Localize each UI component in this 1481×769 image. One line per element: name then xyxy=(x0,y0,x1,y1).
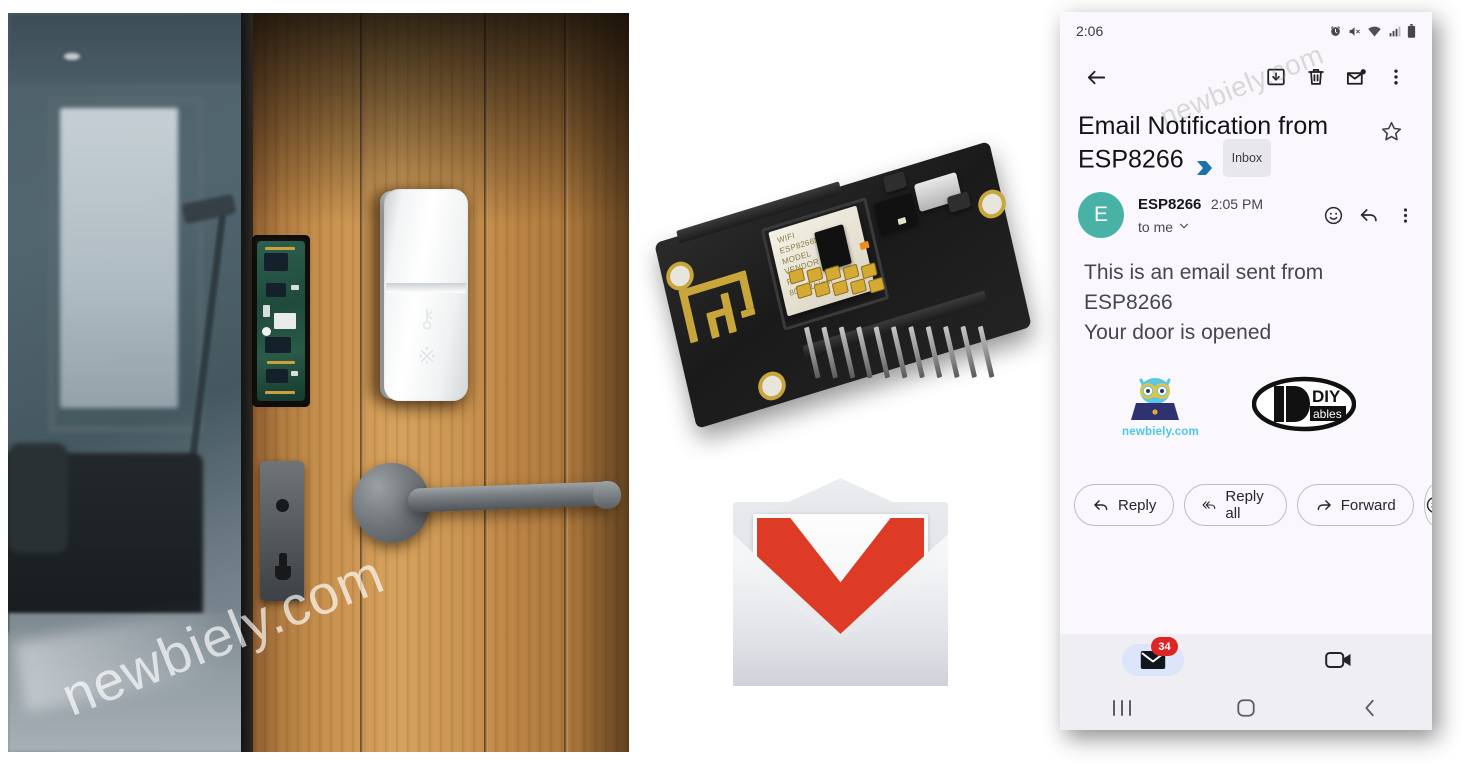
more-vertical-icon[interactable] xyxy=(1376,57,1416,97)
label-chip-inbox[interactable]: Inbox xyxy=(1222,139,1272,177)
owl-icon xyxy=(1131,378,1179,420)
bottom-bar: 34 xyxy=(1060,634,1432,730)
door-right-shadow xyxy=(568,13,629,752)
archive-icon[interactable] xyxy=(1256,57,1296,97)
newbiely-logo-text: newbiely.com xyxy=(1122,426,1199,438)
back-icon[interactable] xyxy=(1308,698,1432,718)
sender-row: E ESP8266 2:05 PM to me xyxy=(1060,180,1432,242)
forward-button-label: Forward xyxy=(1340,496,1396,514)
wifi-icon xyxy=(1367,25,1382,38)
newbiely-owl-logo: newbiely.com xyxy=(1122,374,1199,438)
video-icon xyxy=(1325,652,1351,668)
reply-all-button-label: Reply all xyxy=(1225,488,1264,522)
gmail-envelope-logo xyxy=(733,478,948,686)
reply-icon[interactable] xyxy=(1356,202,1382,228)
diyables-text-bottom: ables xyxy=(1313,407,1342,421)
subject-chips: Inbox xyxy=(1196,139,1272,177)
mail-badge: 34 xyxy=(1151,637,1178,656)
status-bar: 2:06 xyxy=(1060,12,1432,50)
mail-tab-pill[interactable]: 34 xyxy=(1122,637,1184,676)
email-time: 2:05 PM xyxy=(1210,195,1263,212)
subject-row: Email Notification from ESP8266 Inbox xyxy=(1060,104,1432,180)
smart-door-lock-photo: ⚷ ※ newbiely.com xyxy=(8,13,629,752)
forward-button[interactable]: Forward xyxy=(1296,484,1414,526)
delete-icon[interactable] xyxy=(1296,57,1336,97)
sender-name: ESP8266 xyxy=(1138,195,1202,213)
android-navbar xyxy=(1060,686,1432,730)
keyhole-upper xyxy=(276,499,289,512)
email-body: This is an email sent from ESP8266 Your … xyxy=(1060,242,1432,348)
email-body-line: This is an email sent from xyxy=(1084,261,1324,284)
reply-all-button[interactable]: Reply all xyxy=(1184,484,1287,526)
status-clock: 2:06 xyxy=(1076,23,1104,39)
recipient-row[interactable]: to me xyxy=(1138,219,1320,235)
mark-unread-icon[interactable] xyxy=(1336,57,1376,97)
email-body-line: ESP8266 xyxy=(1084,291,1173,314)
email-body-line: Your door is opened xyxy=(1084,321,1272,344)
sender-info: ESP8266 2:05 PM to me xyxy=(1138,196,1320,235)
sofa-arm xyxy=(8,443,68,553)
avatar[interactable]: E xyxy=(1078,192,1124,238)
emoji-button[interactable] xyxy=(1423,484,1432,526)
add-reaction-icon[interactable] xyxy=(1320,202,1346,228)
lock-split-line xyxy=(386,283,466,293)
quick-actions: Reply Reply all Forward xyxy=(1060,438,1432,526)
meet-tab[interactable] xyxy=(1246,650,1432,670)
lock-key-glyph: ⚷ xyxy=(417,305,437,333)
sender-line: ESP8266 2:05 PM xyxy=(1138,196,1320,214)
recipient-label: to me xyxy=(1138,218,1174,235)
bottom-tabs: 34 xyxy=(1060,634,1432,686)
room-ceiling xyxy=(8,13,248,83)
diyables-logo: DIY ables xyxy=(1251,376,1360,437)
diyables-icon: DIY ables xyxy=(1251,376,1357,431)
email-toolbar xyxy=(1060,50,1432,104)
battery-icon xyxy=(1407,24,1416,38)
email-subject: Email Notification from ESP8266 Inbox xyxy=(1078,110,1380,180)
more-vertical-icon[interactable] xyxy=(1392,202,1418,228)
signature-logos: newbiely.com DIY ables xyxy=(1060,348,1432,438)
back-arrow-icon[interactable] xyxy=(1076,57,1116,97)
diyables-text-top: DIY xyxy=(1312,387,1341,406)
mute-icon xyxy=(1348,25,1361,38)
lock-circuit-board xyxy=(257,241,305,401)
recents-icon[interactable] xyxy=(1060,699,1184,717)
lock-fingerprint-glyph: ※ xyxy=(417,343,437,369)
sender-actions xyxy=(1320,202,1418,228)
keyhole-plate xyxy=(260,461,304,601)
keyhole-lower-flare xyxy=(275,566,291,580)
status-icons xyxy=(1329,24,1416,38)
star-icon[interactable] xyxy=(1380,110,1418,180)
mail-tab[interactable]: 34 xyxy=(1060,637,1246,676)
important-chevron-icon xyxy=(1196,151,1216,175)
smart-lock-panel[interactable] xyxy=(384,189,468,401)
nodemcu-esp8266-board: WIFIESP8266MODMODELVENDORFCC PA802.11b/g… xyxy=(648,141,1048,450)
reply-button-label: Reply xyxy=(1118,496,1157,514)
signal-icon xyxy=(1388,25,1401,38)
ceiling-spotlight xyxy=(64,53,80,60)
home-icon[interactable] xyxy=(1184,698,1308,718)
window xyxy=(60,108,178,408)
door-handle-tip xyxy=(592,480,622,510)
phone-screenshot: 2:06 Email Notification from ESP8266 Inb… xyxy=(1060,12,1432,730)
chevron-down-icon xyxy=(1178,219,1190,235)
alarm-icon xyxy=(1329,25,1342,38)
reply-button[interactable]: Reply xyxy=(1074,484,1175,526)
